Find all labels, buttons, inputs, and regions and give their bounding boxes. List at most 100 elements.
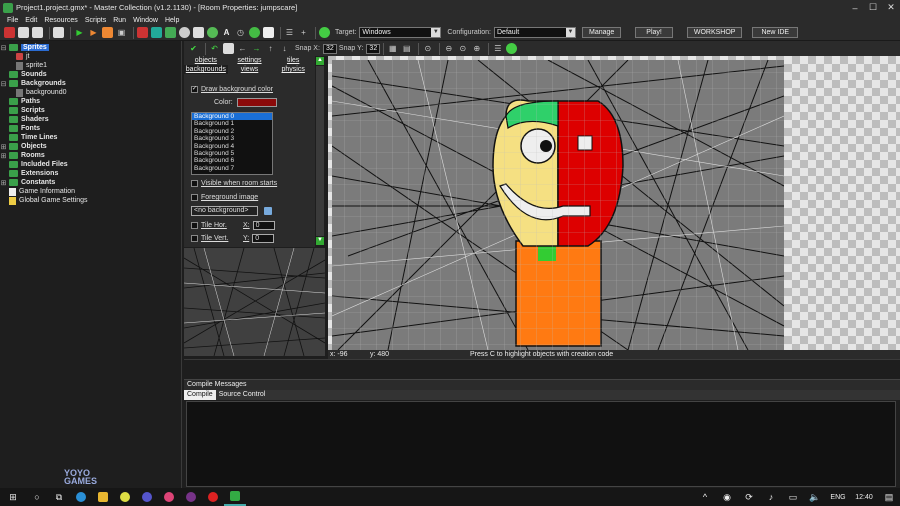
explorer-icon[interactable] bbox=[92, 488, 114, 506]
create-room-icon[interactable] bbox=[263, 27, 274, 38]
create-executable-icon[interactable] bbox=[102, 27, 113, 38]
create-font-icon[interactable]: A bbox=[221, 27, 232, 38]
tray-chevron-icon[interactable]: ^ bbox=[694, 488, 716, 506]
menu-window[interactable]: Window bbox=[133, 17, 158, 24]
tree-item-sprites[interactable]: ⊟ Sprites bbox=[0, 43, 181, 52]
visible-when-room-starts-row[interactable]: Visible when room starts bbox=[191, 180, 277, 187]
list-icon[interactable]: ☰ bbox=[492, 43, 503, 54]
create-shader-icon[interactable] bbox=[207, 27, 218, 38]
tile-hor-checkbox[interactable] bbox=[191, 222, 198, 229]
tab-tiles[interactable]: tiles bbox=[271, 56, 315, 65]
tree-item-scripts[interactable]: Scripts bbox=[0, 106, 181, 115]
scroll-up-icon[interactable]: ▲ bbox=[316, 57, 324, 65]
tree-item-sprite1[interactable]: sprite1 bbox=[0, 61, 181, 70]
menu-file[interactable]: File bbox=[7, 17, 18, 24]
foreground-image-row[interactable]: Foreground image bbox=[191, 194, 258, 201]
undo-icon[interactable]: ↶ bbox=[209, 43, 220, 54]
menu-edit[interactable]: Edit bbox=[25, 17, 37, 24]
sync-icon[interactable]: ⟳ bbox=[738, 488, 760, 506]
app-icon-multicolor[interactable] bbox=[158, 488, 180, 506]
panel-divider[interactable] bbox=[184, 359, 900, 377]
tree-item-shaders[interactable]: Shaders bbox=[0, 115, 181, 124]
search-icon[interactable]: ○ bbox=[26, 488, 48, 506]
discord-icon[interactable]: ◉ bbox=[716, 488, 738, 506]
create-object-icon[interactable] bbox=[249, 27, 260, 38]
background-list[interactable]: Background 0 Background 1 Background 2 B… bbox=[191, 112, 273, 175]
tree-item-game-information[interactable]: Game Information bbox=[0, 187, 181, 196]
tree-item-background0[interactable]: background0 bbox=[0, 88, 181, 97]
shift-right-icon[interactable]: → bbox=[251, 43, 262, 54]
shift-left-icon[interactable]: ← bbox=[237, 43, 248, 54]
game-information-icon[interactable]: ☰ bbox=[284, 27, 295, 38]
tab-source-control[interactable]: Source Control bbox=[216, 390, 269, 400]
manage-button[interactable]: Manage bbox=[582, 27, 622, 38]
tree-item-global-settings[interactable]: Global Game Settings bbox=[0, 196, 181, 205]
create-timeline-icon[interactable]: ◷ bbox=[235, 27, 246, 38]
list-item[interactable]: Background 1 bbox=[192, 120, 272, 127]
target-select[interactable]: Windows ▼ bbox=[359, 27, 442, 38]
visible-checkbox[interactable] bbox=[191, 180, 198, 187]
list-item[interactable]: Background 2 bbox=[192, 128, 272, 135]
create-script-icon[interactable] bbox=[193, 27, 204, 38]
list-item[interactable]: Background 4 bbox=[192, 143, 272, 150]
tree-item-sounds[interactable]: Sounds bbox=[0, 70, 181, 79]
save-icon[interactable] bbox=[32, 27, 43, 38]
tree-item-fonts[interactable]: Fonts bbox=[0, 124, 181, 133]
chrome-icon[interactable] bbox=[114, 488, 136, 506]
tab-physics[interactable]: physics bbox=[271, 65, 315, 74]
zoom-in-icon[interactable]: ⊕ bbox=[471, 43, 482, 54]
x-input[interactable]: 0 bbox=[252, 221, 275, 230]
tree-item-extensions[interactable]: Extensions bbox=[0, 169, 181, 178]
browse-icon[interactable] bbox=[264, 207, 272, 215]
close-button[interactable]: ✕ bbox=[882, 0, 900, 15]
color-swatch[interactable] bbox=[236, 98, 277, 107]
room-canvas[interactable] bbox=[328, 56, 900, 350]
list-item[interactable]: Background 3 bbox=[192, 135, 272, 142]
snap-x-input[interactable]: 32 bbox=[322, 43, 337, 54]
new-ide-button[interactable]: New IDE bbox=[752, 27, 799, 38]
draw-background-checkbox[interactable]: ✓ bbox=[191, 86, 198, 93]
tree-item-paths[interactable]: Paths bbox=[0, 97, 181, 106]
tree-item-backgrounds[interactable]: ⊟ Backgrounds bbox=[0, 79, 181, 88]
scrollbar-thumb[interactable] bbox=[316, 66, 324, 236]
configuration-select[interactable]: Default ▼ bbox=[494, 27, 576, 38]
menu-run[interactable]: Run bbox=[113, 17, 126, 24]
notifications-icon[interactable]: ▤ bbox=[878, 488, 900, 506]
confirm-icon[interactable]: ✔ bbox=[188, 43, 199, 54]
menu-resources[interactable]: Resources bbox=[44, 17, 77, 24]
tile-vert-checkbox[interactable] bbox=[191, 235, 198, 242]
create-background-icon[interactable] bbox=[165, 27, 176, 38]
global-settings-icon[interactable]: + bbox=[298, 27, 309, 38]
tab-backgrounds[interactable]: backgrounds bbox=[184, 65, 228, 74]
snap-y-input[interactable]: 32 bbox=[366, 43, 381, 54]
workshop-button[interactable]: WORKSHOP bbox=[686, 27, 743, 38]
shift-up-icon[interactable]: ↑ bbox=[265, 43, 276, 54]
list-item[interactable]: Background 7 bbox=[192, 165, 272, 172]
properties-scrollbar[interactable]: ▲ ▼ bbox=[315, 56, 325, 247]
maximize-button[interactable]: ☐ bbox=[864, 0, 882, 15]
draw-background-color-row[interactable]: ✓ Draw background color bbox=[191, 86, 273, 93]
language-indicator[interactable]: ENG bbox=[826, 488, 850, 506]
clear-room-icon[interactable] bbox=[223, 43, 234, 54]
foreground-checkbox[interactable] bbox=[191, 194, 198, 201]
tab-objects[interactable]: objects bbox=[184, 56, 228, 65]
minimize-button[interactable]: – bbox=[846, 0, 864, 15]
zoom-icon[interactable]: ⊙ bbox=[422, 43, 433, 54]
app-icon-blue[interactable] bbox=[136, 488, 158, 506]
play-button[interactable]: Play! bbox=[635, 27, 673, 38]
zoom-reset-icon[interactable]: ⊙ bbox=[457, 43, 468, 54]
tree-item-constants[interactable]: ⊞ Constants bbox=[0, 178, 181, 187]
tree-item-rooms[interactable]: ⊞ Rooms bbox=[0, 151, 181, 160]
list-item[interactable]: Background 6 bbox=[192, 157, 272, 164]
isometric-grid-icon[interactable]: ▤ bbox=[401, 43, 412, 54]
zoom-out-icon[interactable]: ⊖ bbox=[443, 43, 454, 54]
clock[interactable]: 12:40 bbox=[850, 488, 878, 506]
mic-icon[interactable]: ♪ bbox=[760, 488, 782, 506]
debug-icon[interactable]: ▶ bbox=[88, 27, 99, 38]
y-input[interactable]: 0 bbox=[252, 234, 275, 243]
menu-help[interactable]: Help bbox=[165, 17, 179, 24]
background-select[interactable]: <no background> bbox=[191, 206, 258, 216]
gamemaker-taskbar-icon[interactable] bbox=[224, 488, 246, 506]
task-view-icon[interactable]: ⧉ bbox=[48, 488, 70, 506]
app-icon-purple[interactable] bbox=[180, 488, 202, 506]
